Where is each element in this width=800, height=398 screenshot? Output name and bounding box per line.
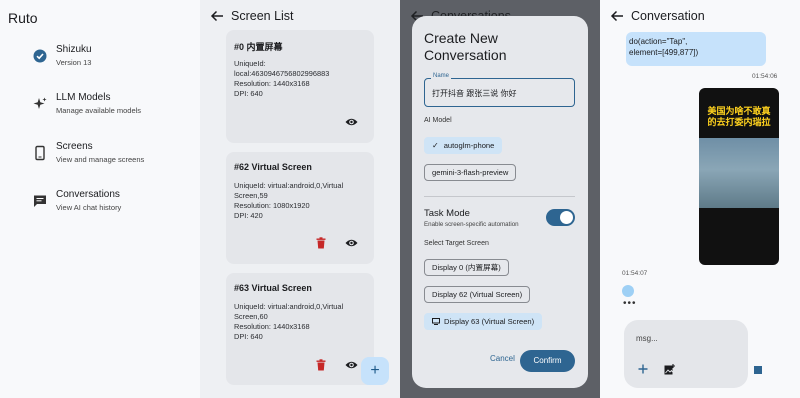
sidebar-item-title: Conversations xyxy=(56,189,120,200)
target-chip-label: Display 62 (Virtual Screen) xyxy=(432,290,523,299)
model-chip-label: gemini-3-flash-preview xyxy=(432,168,509,177)
target-chip-label: Display 0 (内置屏幕) xyxy=(432,263,501,272)
screen-list-header: Screen List xyxy=(200,0,400,34)
check-circle-icon xyxy=(33,49,47,63)
navigation-panel: Ruto Shizuku Version 13 LLM Models Manag… xyxy=(0,0,200,398)
sidebar-item-subtitle: View AI chat history xyxy=(56,203,122,212)
sidebar-item-llm-models[interactable]: LLM Models Manage available models xyxy=(32,92,192,128)
screenshot-caption: 美国为啥不敢真的去打委内瑞拉 xyxy=(707,106,771,127)
eye-icon[interactable] xyxy=(345,360,358,370)
back-arrow-icon[interactable] xyxy=(210,9,224,23)
sidebar-item-shizuku[interactable]: Shizuku Version 13 xyxy=(32,44,192,80)
eye-icon[interactable] xyxy=(345,238,358,248)
screen-list-panel: Screen List #0 内置屏幕 UniqueId: local:4630… xyxy=(200,0,400,398)
screen-card-title: #63 Virtual Screen xyxy=(234,283,312,293)
toggle-knob xyxy=(560,211,573,224)
sidebar-item-subtitle: View and manage screens xyxy=(56,155,145,164)
monitor-icon xyxy=(432,318,440,325)
action-code-line: do(action="Tap", xyxy=(629,37,688,46)
task-mode-toggle[interactable] xyxy=(546,209,575,226)
stop-icon[interactable] xyxy=(754,366,762,374)
add-image-icon[interactable] xyxy=(664,364,675,375)
sidebar-item-title: Shizuku xyxy=(56,44,92,55)
create-conversation-dialog: Create New Conversation Name 打开抖音 跟张三说 你… xyxy=(412,16,588,388)
create-conversation-panel: Conversations Create New Conversation Na… xyxy=(400,0,600,398)
task-mode-description: Enable screen-specific automation xyxy=(424,221,519,228)
screen-resolution: Resolution: 1440x3168 xyxy=(234,79,310,88)
target-chip-label: Display 63 (Virtual Screen) xyxy=(444,317,535,326)
screen-card-details: UniqueId: local:4630946756802996883 Reso… xyxy=(234,59,374,99)
screen-unique-id-cont: Screen,60 xyxy=(234,312,268,321)
plus-icon: + xyxy=(370,362,380,379)
message-timestamp: 01:54:07 xyxy=(622,270,648,277)
model-chip-label: autoglm-phone xyxy=(443,141,495,150)
screen-unique-id-label: UniqueId: xyxy=(234,59,266,68)
video-frame xyxy=(699,138,779,208)
back-arrow-icon[interactable] xyxy=(610,9,624,23)
app-title: Ruto xyxy=(8,10,38,26)
screen-card[interactable]: #62 Virtual Screen UniqueId: virtual:and… xyxy=(226,152,374,264)
screen-unique-id: local:4630946756802996883 xyxy=(234,69,330,78)
ai-model-label: AI Model xyxy=(424,117,452,124)
screenshot-thumbnail[interactable]: 美国为啥不敢真的去打委内瑞拉 xyxy=(699,88,779,265)
divider xyxy=(424,196,575,197)
chat-icon xyxy=(34,195,46,207)
sidebar-item-subtitle: Manage available models xyxy=(56,106,142,115)
target-chip-display-63[interactable]: Display 63 (Virtual Screen) xyxy=(424,313,543,330)
sidebar-item-title: Screens xyxy=(56,141,93,152)
ai-avatar xyxy=(622,285,634,297)
conversation-panel: Conversation do(action="Tap", element=[4… xyxy=(600,0,800,398)
cancel-button[interactable]: Cancel xyxy=(490,354,515,363)
screen-card[interactable]: #0 内置屏幕 UniqueId: local:4630946756802996… xyxy=(226,30,374,143)
name-field-value[interactable]: 打开抖音 跟张三说 你好 xyxy=(432,88,516,99)
screen-dpi: DPI: 420 xyxy=(234,211,263,220)
screen-unique-id-cont: Screen,59 xyxy=(234,191,268,200)
page-title: Conversation xyxy=(631,9,705,23)
sidebar-item-title: LLM Models xyxy=(56,92,111,103)
message-timestamp: 01:54:06 xyxy=(752,73,778,80)
sidebar-item-screens[interactable]: Screens View and manage screens xyxy=(32,141,192,177)
delete-icon[interactable] xyxy=(316,359,326,371)
screen-card-title: #0 内置屏幕 xyxy=(234,42,283,52)
screen-dpi: DPI: 640 xyxy=(234,89,263,98)
model-chip-autoglm-phone[interactable]: ✓ autoglm-phone xyxy=(424,137,503,154)
action-message-bubble: do(action="Tap", element=[499,877]) xyxy=(626,32,766,66)
name-field-label: Name xyxy=(431,73,452,79)
screen-card-details: UniqueId: virtual:android,0,Virtual Scre… xyxy=(234,302,374,342)
confirm-button[interactable]: Confirm xyxy=(520,350,575,372)
sparkle-icon xyxy=(33,97,47,109)
phone-icon xyxy=(35,145,45,161)
screen-resolution: Resolution: 1440x3168 xyxy=(234,322,310,331)
target-screen-label: Select Target Screen xyxy=(424,240,489,247)
delete-icon[interactable] xyxy=(316,237,326,249)
add-icon[interactable] xyxy=(638,364,648,374)
message-input[interactable]: msg... xyxy=(636,334,658,343)
eye-icon[interactable] xyxy=(345,117,358,127)
screen-card[interactable]: #63 Virtual Screen UniqueId: virtual:and… xyxy=(226,273,374,385)
screen-unique-id: UniqueId: virtual:android,0,Virtual xyxy=(234,302,344,311)
screen-card-details: UniqueId: virtual:android,0,Virtual Scre… xyxy=(234,181,374,221)
typing-indicator: ••• xyxy=(623,298,637,309)
target-chip-display-0[interactable]: Display 0 (内置屏幕) xyxy=(424,259,509,276)
screen-resolution: Resolution: 1080x1920 xyxy=(234,201,310,210)
dialog-title: Create New Conversation xyxy=(424,30,507,63)
page-title: Screen List xyxy=(231,9,294,23)
action-code-line: element=[499,877]) xyxy=(629,48,699,57)
target-chip-display-62[interactable]: Display 62 (Virtual Screen) xyxy=(424,286,531,303)
message-composer[interactable]: msg... xyxy=(624,320,762,388)
task-mode-label: Task Mode xyxy=(424,208,470,219)
screen-dpi: DPI: 640 xyxy=(234,332,263,341)
sidebar-item-subtitle: Version 13 xyxy=(56,58,92,67)
conversation-header: Conversation xyxy=(600,0,800,34)
screen-card-title: #62 Virtual Screen xyxy=(234,162,312,172)
name-field[interactable]: Name 打开抖音 跟张三说 你好 xyxy=(424,73,575,107)
sidebar-item-conversations[interactable]: Conversations View AI chat history xyxy=(32,189,192,225)
add-screen-button[interactable]: + xyxy=(361,357,389,385)
screen-unique-id: UniqueId: virtual:android,0,Virtual xyxy=(234,181,344,190)
model-chip-gemini[interactable]: gemini-3-flash-preview xyxy=(424,164,517,181)
check-icon: ✓ xyxy=(432,141,439,150)
